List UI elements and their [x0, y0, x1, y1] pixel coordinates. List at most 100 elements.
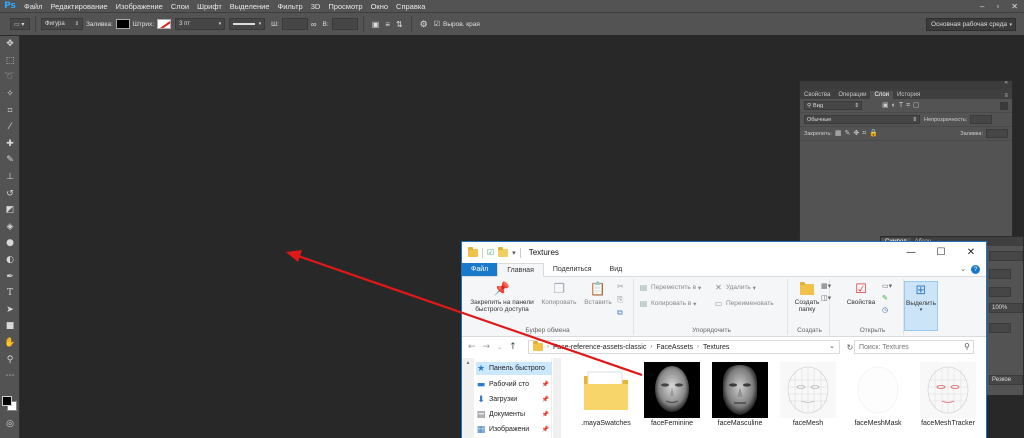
tab-history[interactable]: История — [893, 91, 924, 99]
minimize-icon[interactable]: — — [896, 242, 926, 263]
history-brush-icon[interactable]: ↺ — [0, 185, 20, 202]
nav-scrollbar[interactable]: ▲ — [462, 358, 474, 438]
tab-share[interactable]: Поделиться — [544, 263, 601, 276]
lock-icons[interactable]: ▦✎✥⌗🔒 — [835, 129, 881, 138]
width-field[interactable] — [281, 18, 308, 30]
nav-item-desktop[interactable]: ▬ Рабочий сто 📌 — [476, 378, 552, 391]
new-item-icon[interactable]: ▦▾ — [821, 282, 831, 290]
magic-wand-icon[interactable]: ✧ — [0, 86, 20, 103]
chevron-down-icon[interactable]: ⌄ — [960, 265, 966, 273]
fill-swatch[interactable] — [115, 19, 130, 29]
paste-button[interactable]: 📋 Вставить — [580, 281, 616, 307]
tab-actions[interactable]: Операции — [834, 91, 870, 99]
recent-locations-icon[interactable]: ⌄ — [497, 344, 502, 351]
path-select-icon[interactable]: ➤ — [0, 302, 20, 319]
menu-3d[interactable]: 3D — [311, 2, 321, 11]
healing-brush-icon[interactable]: ✚ — [0, 136, 20, 153]
blend-mode-select[interactable]: Обычные ⇕ — [804, 115, 920, 124]
menu-edit[interactable]: Редактирование — [50, 2, 107, 11]
menu-select[interactable]: Выделение — [230, 2, 270, 11]
delete-button[interactable]: ✕ Удалить ▾ — [714, 283, 756, 292]
copy-to-button[interactable]: ▤ Копировать в ▾ — [639, 299, 697, 308]
file-item-facemeshtracker[interactable]: faceMeshTracker — [916, 362, 980, 438]
nav-item-documents[interactable]: ▤ Документы 📌 — [476, 408, 552, 421]
tab-view[interactable]: Вид — [601, 263, 632, 276]
eraser-icon[interactable]: ◩ — [0, 202, 20, 219]
eyedropper-icon[interactable]: ⁄ — [0, 119, 20, 136]
select-button[interactable]: ⊞ Выделить ▾ — [904, 281, 938, 331]
blur-tool-icon[interactable]: ● — [0, 235, 20, 252]
font-family-field[interactable] — [989, 251, 1023, 261]
paint-bucket-icon[interactable]: ◈ — [0, 219, 20, 236]
menu-window[interactable]: Окно — [371, 2, 388, 11]
tool-preset-picker[interactable]: ▭ ▾ — [10, 18, 30, 30]
lasso-tool-icon[interactable]: ➰ — [0, 69, 20, 86]
align-edges-checkbox[interactable]: ☑ — [434, 20, 440, 28]
nav-item-pictures[interactable]: ▦ Изображени 📌 — [476, 423, 552, 436]
hand-tool-icon[interactable]: ✋ — [0, 335, 20, 352]
workspace-switcher[interactable]: Основная рабочая среда ▾ — [926, 18, 1016, 31]
link-icon[interactable]: ∞ — [311, 20, 317, 29]
more-tools-icon[interactable]: ⋯ — [0, 368, 20, 385]
font-size-field[interactable] — [989, 269, 1011, 279]
crop-tool-icon[interactable]: ⌗ — [0, 102, 20, 119]
tab-home[interactable]: Главная — [497, 263, 544, 277]
nav-item-downloads[interactable]: ⬇ Загрузки 📌 — [476, 393, 552, 406]
scroll-up-icon[interactable]: ▲ — [462, 360, 474, 366]
menu-image[interactable]: Изображение — [116, 2, 163, 11]
close-icon[interactable]: ✕ — [956, 242, 986, 263]
pin-quick-access-button[interactable]: 📌 Закрепить на панели быстрого доступа — [466, 281, 538, 314]
properties-button[interactable]: ☑ Свойства — [844, 281, 878, 307]
path-ops-icon[interactable]: ▣ — [372, 20, 380, 29]
minimize-icon[interactable]: – — [980, 2, 984, 11]
close-icon[interactable]: ✕ — [1011, 2, 1018, 11]
cut-icon[interactable]: ✂ — [617, 282, 624, 291]
type-tool-icon[interactable]: T — [0, 285, 20, 302]
shape-mode-select[interactable]: Фигура ⇕ — [41, 18, 83, 30]
stroke-type-select[interactable]: ▾ — [229, 18, 266, 30]
height-field[interactable] — [331, 18, 358, 30]
menu-type[interactable]: Шрифт — [197, 2, 222, 11]
edit-icon[interactable]: ✎ — [882, 294, 888, 302]
file-item-facefeminine[interactable]: faceFeminine — [640, 362, 704, 438]
tab-properties[interactable]: Свойства — [800, 91, 834, 99]
maximize-icon[interactable]: ☐ — [926, 242, 956, 263]
new-folder-button[interactable]: Создать папку — [790, 281, 824, 313]
file-item-facemeshmask[interactable]: faceMeshMask — [846, 362, 910, 438]
paste-shortcut-icon[interactable]: ⧉ — [617, 308, 623, 318]
move-tool-icon[interactable]: ✥ — [0, 36, 20, 53]
nav-item-quick-access[interactable]: ★ Панель быстрого — [476, 362, 552, 375]
layer-filter-select[interactable]: ⚲ Вид ⇕ — [804, 101, 862, 110]
clone-stamp-icon[interactable]: ⊥ — [0, 169, 20, 186]
layer-fill-field[interactable] — [986, 129, 1008, 138]
marquee-tool-icon[interactable]: ⬚ — [0, 53, 20, 70]
path-align-icon[interactable]: ≡ — [385, 20, 390, 29]
move-to-button[interactable]: ▤ Переместить в ▾ — [639, 283, 701, 292]
pen-tool-icon[interactable]: ✒ — [0, 268, 20, 285]
collapse-icon[interactable]: « — [1005, 80, 1008, 86]
dodge-tool-icon[interactable]: ◐ — [0, 252, 20, 269]
opacity-field[interactable] — [970, 115, 993, 124]
color-swatches[interactable] — [2, 396, 18, 412]
address-bar[interactable]: › Face-reference-assets-classic › FaceAs… — [528, 340, 840, 354]
history-icon[interactable]: ◷ — [882, 306, 888, 314]
menu-filter[interactable]: Фильтр — [278, 2, 303, 11]
content-scrollbar[interactable] — [553, 358, 561, 438]
rectangle-tool-icon[interactable]: ■ — [0, 318, 20, 335]
rename-button[interactable]: ▭ Переименовать — [714, 299, 774, 308]
back-icon[interactable]: ← — [468, 342, 476, 352]
breadcrumb-faceassets[interactable]: FaceAssets — [656, 344, 693, 351]
panel-menu-icon[interactable]: ≡ — [1004, 93, 1008, 99]
stroke-swatch[interactable] — [157, 19, 172, 29]
maximize-icon[interactable]: ▫ — [996, 2, 999, 11]
foreground-color-swatch[interactable] — [2, 396, 12, 406]
filter-icons[interactable]: ▣◐T⌗▢ — [882, 101, 923, 110]
up-icon[interactable]: ↑ — [509, 342, 517, 352]
tracking-field[interactable] — [989, 287, 1011, 297]
tab-file[interactable]: Файл — [462, 263, 498, 276]
copy-button[interactable]: ❐ Копировать — [538, 281, 580, 307]
customize-quick-access-icon[interactable]: ▾ — [512, 249, 516, 257]
filter-toggle[interactable] — [1000, 101, 1008, 110]
antialias-select[interactable]: Резкое — [989, 375, 1023, 385]
path-arrange-icon[interactable]: ⇅ — [396, 20, 403, 29]
